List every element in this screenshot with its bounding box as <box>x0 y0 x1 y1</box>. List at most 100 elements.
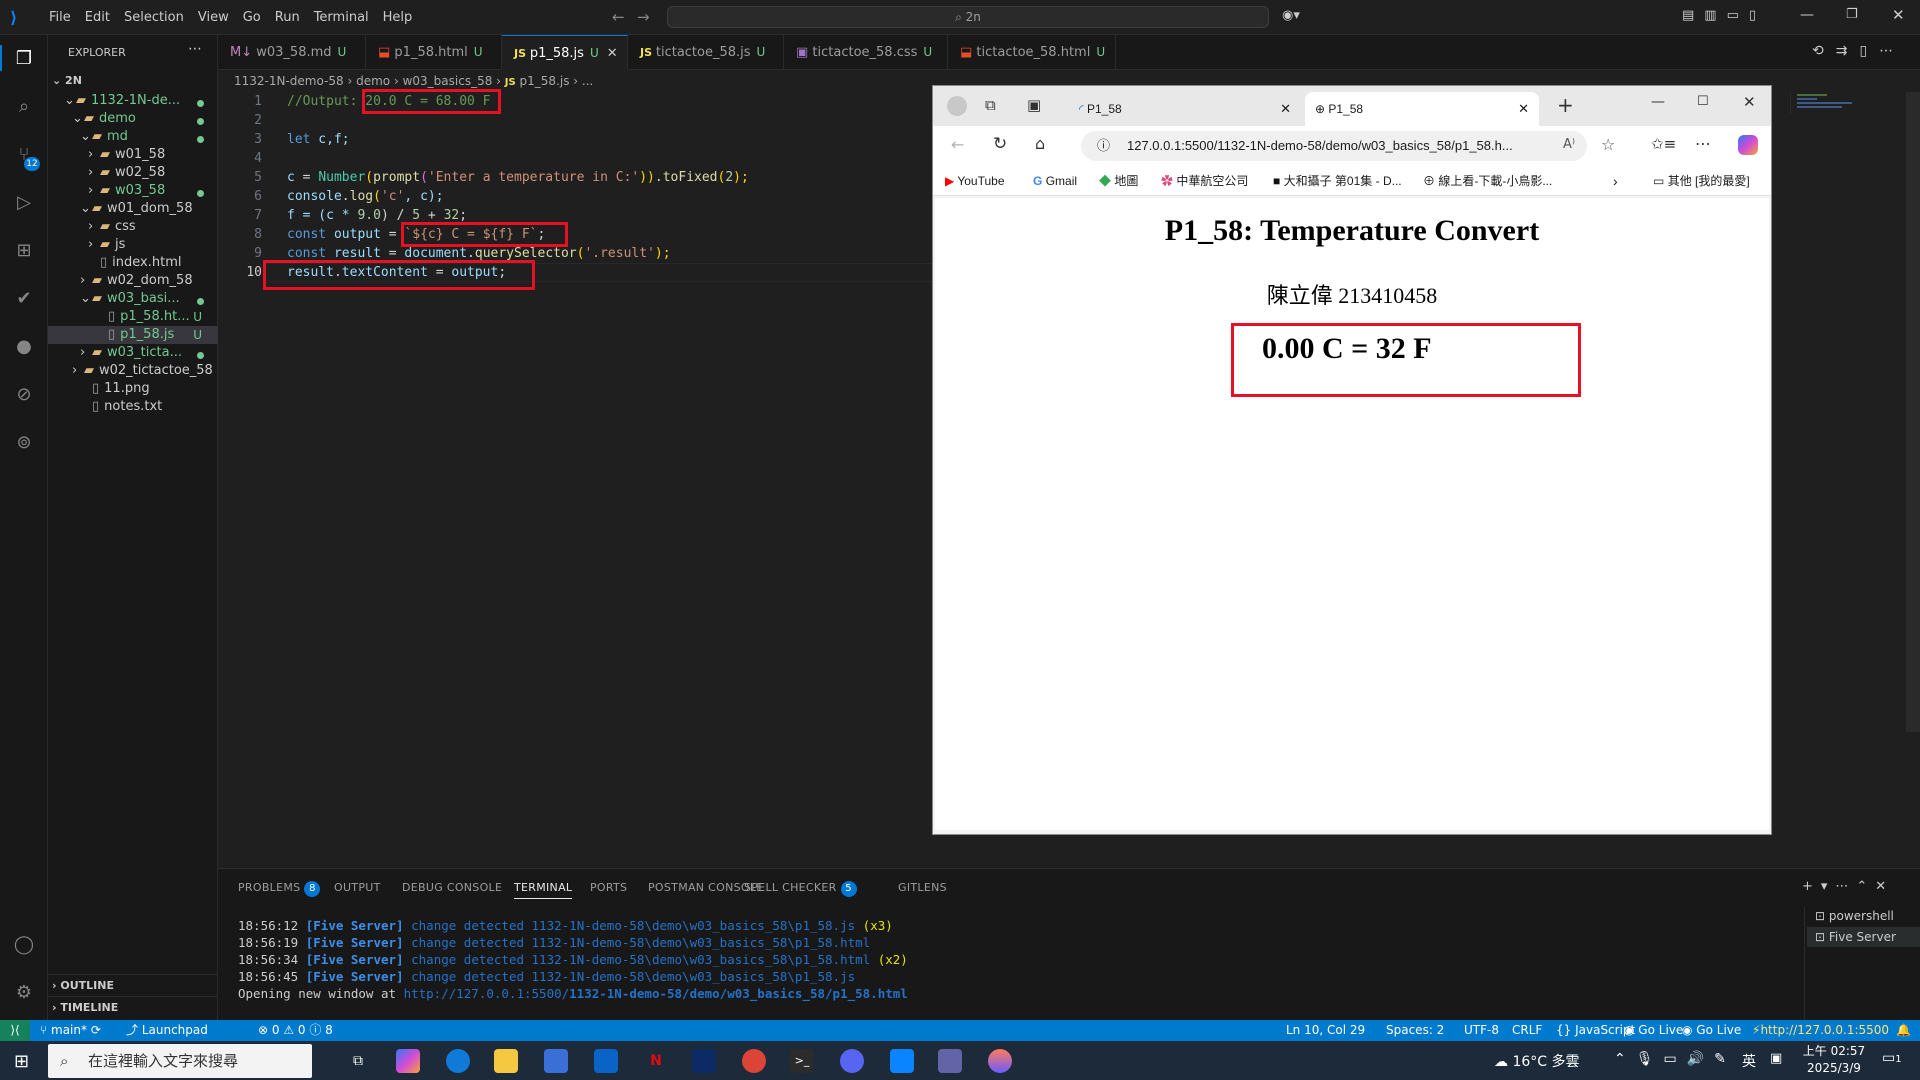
explorer-icon[interactable]: ❐ <box>12 47 36 71</box>
breadcrumb-item[interactable]: p1_58.js <box>520 74 570 88</box>
more-actions-icon[interactable]: ⋯ <box>188 41 202 57</box>
go-live-2[interactable]: ◉ Go Live <box>1682 1020 1741 1041</box>
launchpad-indicator[interactable]: ⤴ Launchpad <box>126 1020 208 1041</box>
account-icon[interactable]: ◯ <box>12 933 36 957</box>
discord-icon[interactable] <box>840 1049 864 1073</box>
remote-explorer-icon[interactable]: ⊚ <box>12 431 36 455</box>
indentation[interactable]: Spaces: 2 <box>1386 1020 1444 1041</box>
menu-terminal[interactable]: Terminal <box>307 10 376 25</box>
tree-item[interactable]: › ▰ js <box>48 236 218 254</box>
tree-item[interactable]: ⌄▰ demo <box>48 110 218 128</box>
terminal-item-five-server[interactable]: ⊡ Five Server <box>1807 927 1920 947</box>
more-menu-icon[interactable]: ⋯ <box>1695 134 1711 153</box>
postman-icon[interactable]: ● <box>12 335 36 359</box>
panel-tab-terminal[interactable]: TERMINAL <box>514 881 573 899</box>
panel-tab-problems[interactable]: PROBLEMS 8 <box>238 881 321 897</box>
tab-w03-58-md[interactable]: M↓ w03_58.md U <box>218 35 366 70</box>
copilot-icon[interactable] <box>1738 135 1758 155</box>
drop-app-icon[interactable] <box>988 1049 1012 1073</box>
favorites-icon[interactable]: ✩≡ <box>1651 135 1676 153</box>
teams-icon[interactable] <box>938 1049 962 1073</box>
workspaces-icon[interactable]: ⧉ <box>985 96 996 114</box>
bookmarks-overflow-icon[interactable]: › <box>1613 166 1618 196</box>
bookmark-maps[interactable]: ◆ 地圖 <box>1099 166 1138 196</box>
tree-item[interactable]: ▯ notes.txt <box>48 398 218 416</box>
tab-tictactoe-58-css[interactable]: ▣ tictactoe_58.css U <box>784 35 948 70</box>
breadcrumb-item[interactable]: ... <box>582 74 593 88</box>
bookmark-youtube[interactable]: ▶ YouTube <box>945 166 1005 196</box>
bookmark-watch-online[interactable]: ⊕ 線上看-下載-小鳥影... <box>1423 166 1552 196</box>
testing-icon[interactable]: ✔ <box>12 287 36 311</box>
nav-forward-icon[interactable]: → <box>637 8 650 26</box>
menu-edit[interactable]: Edit <box>78 10 117 25</box>
layout-toggle-icons[interactable]: ▤▥▭▯ <box>1682 8 1766 23</box>
minimap-preview[interactable] <box>1790 92 1860 114</box>
tree-item[interactable]: › ▰ w03_58 <box>48 182 218 200</box>
panel-tab-spell-checker[interactable]: SPELL CHECKER 5 <box>744 881 857 897</box>
chrome-icon[interactable] <box>742 1049 766 1073</box>
notification-center[interactable]: ▭1 <box>1882 1050 1902 1066</box>
menu-help[interactable]: Help <box>376 10 420 25</box>
tree-item[interactable]: ⌄▰ md <box>48 128 218 146</box>
clock[interactable]: 上午 02:57 2025/3/9 <box>1798 1043 1870 1077</box>
close-window-icon[interactable]: ✕ <box>1892 6 1905 24</box>
terminal-taskbar-icon[interactable]: >_ <box>790 1049 814 1073</box>
tree-item[interactable]: ⌄▰ 1132-1N-de... <box>48 92 218 110</box>
vscode-taskbar-icon[interactable] <box>890 1049 914 1073</box>
new-tab-icon[interactable]: + <box>1557 93 1574 117</box>
bookmark-gmail[interactable]: G Gmail <box>1033 166 1077 196</box>
home-icon[interactable]: ⌂ <box>1035 134 1045 153</box>
bookmark-other-favorites[interactable]: ▭ 其他 [我的最愛] <box>1653 166 1750 196</box>
terminal-link[interactable]: http://127.0.0.1:5500/ <box>404 986 570 1001</box>
edge-taskbar-icon[interactable] <box>446 1049 470 1073</box>
copilot-taskbar-icon[interactable] <box>396 1049 420 1073</box>
end-of-line[interactable]: CRLF <box>1512 1020 1542 1041</box>
store-icon[interactable] <box>544 1049 568 1073</box>
netflix-icon[interactable]: N <box>644 1049 668 1073</box>
notifications-bell-icon[interactable]: 🔔 <box>1896 1020 1911 1041</box>
tree-item[interactable]: ⌄▰ w01_dom_58 <box>48 200 218 218</box>
refresh-icon[interactable]: ↻ <box>993 134 1007 154</box>
start-windows-icon[interactable]: ⊞ <box>14 1051 29 1072</box>
code-editor[interactable]: 1 2 3 4 5 6 7 8 9 10 //Output: 20.0 C = 68.00 F l… <box>218 89 934 867</box>
menu-view[interactable]: View <box>191 10 236 25</box>
command-center-search[interactable]: ⌕ 2n <box>667 6 1269 28</box>
panel-actions-icons[interactable]: +▾⋯⌃✕ <box>1802 879 1894 894</box>
breadcrumb-item[interactable]: demo <box>356 74 390 88</box>
profile-icon[interactable] <box>947 96 967 116</box>
settings-gear-icon[interactable]: ⚙ <box>12 981 36 1005</box>
remote-indicator[interactable]: ⟩⟨ <box>0 1020 30 1041</box>
browser-close-icon[interactable]: ✕ <box>1743 93 1756 111</box>
panel-tab-debug-console[interactable]: DEBUG CONSOLE <box>402 881 502 894</box>
task-view-icon[interactable]: ⧉ <box>346 1049 370 1073</box>
minimize-window-icon[interactable]: — <box>1800 7 1814 23</box>
run-debug-icon[interactable]: ▷ <box>12 191 36 215</box>
tree-item[interactable]: › ▰ w03_ticta... <box>48 344 218 362</box>
close-tab-icon[interactable]: ✕ <box>1518 92 1529 126</box>
tree-item[interactable]: › ▰ css <box>48 218 218 236</box>
file-explorer-icon[interactable] <box>494 1049 518 1073</box>
search-icon[interactable]: ⌕ <box>12 95 36 119</box>
browser-tab-1[interactable]: ◜ P1_58 ✕ <box>1069 92 1299 126</box>
ime-mode-icon[interactable]: ▣ <box>1770 1051 1782 1066</box>
panel-tab-ports[interactable]: PORTS <box>590 881 627 894</box>
terminal-item-powershell[interactable]: ⊡ powershell <box>1815 909 1894 923</box>
timeline-section[interactable]: › TIMELINE <box>48 996 218 1018</box>
browser-tab-2[interactable]: ⊕ P1_58 ✕ <box>1305 92 1539 126</box>
close-tab-icon[interactable]: ✕ <box>1280 92 1291 126</box>
tree-item[interactable]: ▯ p1_58.ht... U <box>48 308 218 326</box>
taskbar-search-box[interactable]: ⌕ 在這裡輸入文字來搜尋 <box>48 1044 312 1078</box>
bookmark-video[interactable]: ■ 大和攝子 第01集 - D... <box>1273 166 1402 196</box>
go-live-1[interactable]: ◉ Go Live <box>1624 1020 1683 1041</box>
read-aloud-icon[interactable]: A⁾ <box>1563 137 1575 152</box>
tree-item[interactable]: ▯ index.html <box>48 254 218 272</box>
tree-item[interactable]: › ▰ w02_tictactoe_58 <box>48 362 218 380</box>
browser-maximize-icon[interactable]: ☐ <box>1697 94 1709 109</box>
menu-go[interactable]: Go <box>236 10 268 25</box>
favorite-star-icon[interactable]: ☆ <box>1601 135 1615 154</box>
outline-section[interactable]: › OUTLINE <box>48 974 218 996</box>
system-tray-icons[interactable]: ⌃🎙▭🔊✎ <box>1614 1051 1736 1067</box>
editor-scrollbar[interactable] <box>1906 92 1920 732</box>
five-server-url[interactable]: ⚡http://127.0.0.1:5500 <box>1752 1020 1889 1041</box>
menu-file[interactable]: File <box>42 10 78 25</box>
